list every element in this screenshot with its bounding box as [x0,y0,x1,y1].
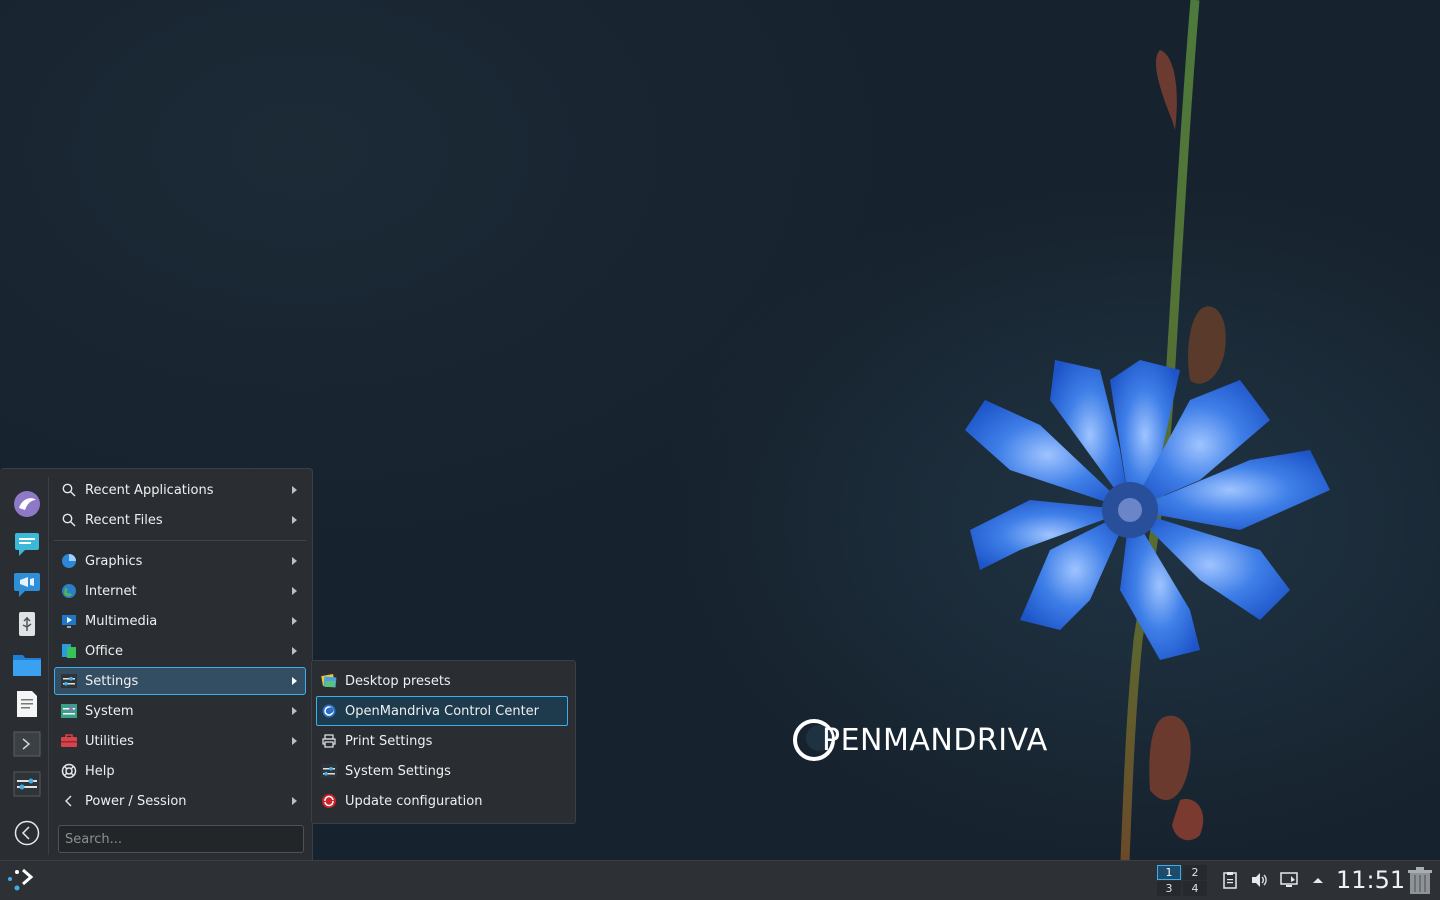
trash-icon[interactable] [1407,867,1433,895]
desktop-4[interactable]: 4 [1183,881,1207,896]
submenu-arrow-icon [292,516,297,524]
menu-item-label: Recent Applications [85,482,214,498]
submenu-arrow-icon [292,486,297,494]
konversation-icon[interactable] [12,569,42,599]
menu-item-multimedia[interactable]: Multimedia [54,607,306,635]
clock[interactable]: 11:51 [1336,866,1405,894]
terminal-icon[interactable] [12,729,42,759]
system-icon [61,703,77,719]
submenu-item-label: Print Settings [345,733,433,749]
menu-item-power-session[interactable]: Power / Session [54,787,306,815]
settings-submenu: Desktop presets OpenMandriva Control Cen… [311,660,576,824]
system-settings-icon [321,763,337,779]
favorites-bar [6,477,49,855]
menu-item-utilities[interactable]: Utilities [54,727,306,755]
submenu-item-label: OpenMandriva Control Center [345,703,540,719]
submenu-arrow-icon [292,647,297,655]
submenu-arrow-icon [292,617,297,625]
menu-item-recent-files[interactable]: Recent Files [54,506,306,534]
application-launcher-button[interactable] [6,867,36,895]
utilities-icon [61,733,77,749]
multimedia-icon [61,613,77,629]
search-icon [61,512,77,528]
submenu-item-label: System Settings [345,763,451,779]
submenu-arrow-icon [292,797,297,805]
menu-item-label: System [85,703,134,719]
taskbar-panel: 1 2 3 4 11:51 [0,860,1440,900]
system-settings-icon[interactable] [12,769,42,799]
network-icon[interactable] [1280,871,1298,889]
expand-tray-icon[interactable] [1309,871,1327,889]
update-icon [321,793,337,809]
submenu-arrow-icon [292,677,297,685]
openmandriva-logo: PENMANDRIVA [792,718,1048,762]
falkon-browser-icon[interactable] [12,489,42,519]
printer-icon [321,733,337,749]
submenu-item-system-settings[interactable]: System Settings [316,756,568,786]
menu-item-label: Office [85,643,123,659]
menu-item-office[interactable]: Office [54,637,306,665]
virtual-desktop-pager: 1 2 3 4 [1157,865,1209,897]
menu-separator [54,540,306,541]
menu-item-graphics[interactable]: Graphics [54,547,306,575]
menu-item-label: Help [85,763,115,779]
menu-item-label: Recent Files [85,512,163,528]
usb-icon[interactable] [12,609,42,639]
menu-item-label: Multimedia [85,613,158,629]
search-icon [61,482,77,498]
chevron-left-circle-icon [14,820,40,846]
menu-item-label: Settings [85,673,139,689]
graphics-icon [61,553,77,569]
menu-item-label: Graphics [85,553,143,569]
submenu-arrow-icon [292,557,297,565]
submenu-arrow-icon [292,737,297,745]
menu-item-settings[interactable]: Settings [54,667,306,695]
search-input[interactable] [58,825,304,853]
chevron-left-icon [61,793,77,809]
submenu-item-update-configuration[interactable]: Update configuration [316,786,568,816]
menu-item-label: Internet [85,583,137,599]
settings-icon [61,673,77,689]
clipboard-icon[interactable] [1221,871,1239,889]
text-editor-icon[interactable] [12,689,42,719]
submenu-item-desktop-presets[interactable]: Desktop presets [316,666,568,696]
desktop-presets-icon [321,673,337,689]
logo-text: PENMANDRIVA [822,722,1048,758]
desktop-3[interactable]: 3 [1157,881,1181,896]
openmandriva-launcher-icon [8,868,34,891]
office-icon [61,643,77,659]
chat-icon[interactable] [12,529,42,559]
submenu-item-openmandriva-control-center[interactable]: OpenMandriva Control Center [316,696,568,726]
submenu-item-label: Update configuration [345,793,483,809]
desktop-1[interactable]: 1 [1157,865,1181,880]
openmandriva-icon [321,703,337,719]
back-button[interactable] [14,820,40,846]
submenu-arrow-icon [292,707,297,715]
submenu-item-label: Desktop presets [345,673,451,689]
menu-item-help[interactable]: Help [54,757,306,785]
globe-icon [61,583,77,599]
file-manager-icon[interactable] [12,649,42,679]
menu-item-internet[interactable]: Internet [54,577,306,605]
menu-item-system[interactable]: System [54,697,306,725]
help-icon [61,763,77,779]
desktop-2[interactable]: 2 [1183,865,1207,880]
menu-item-label: Utilities [85,733,134,749]
submenu-item-print-settings[interactable]: Print Settings [316,726,568,756]
submenu-arrow-icon [292,587,297,595]
volume-icon[interactable] [1250,871,1268,889]
menu-item-label: Power / Session [85,793,187,809]
application-launcher-menu: Recent Applications Recent Files Graphic… [0,468,313,861]
menu-item-recent-applications[interactable]: Recent Applications [54,476,306,504]
